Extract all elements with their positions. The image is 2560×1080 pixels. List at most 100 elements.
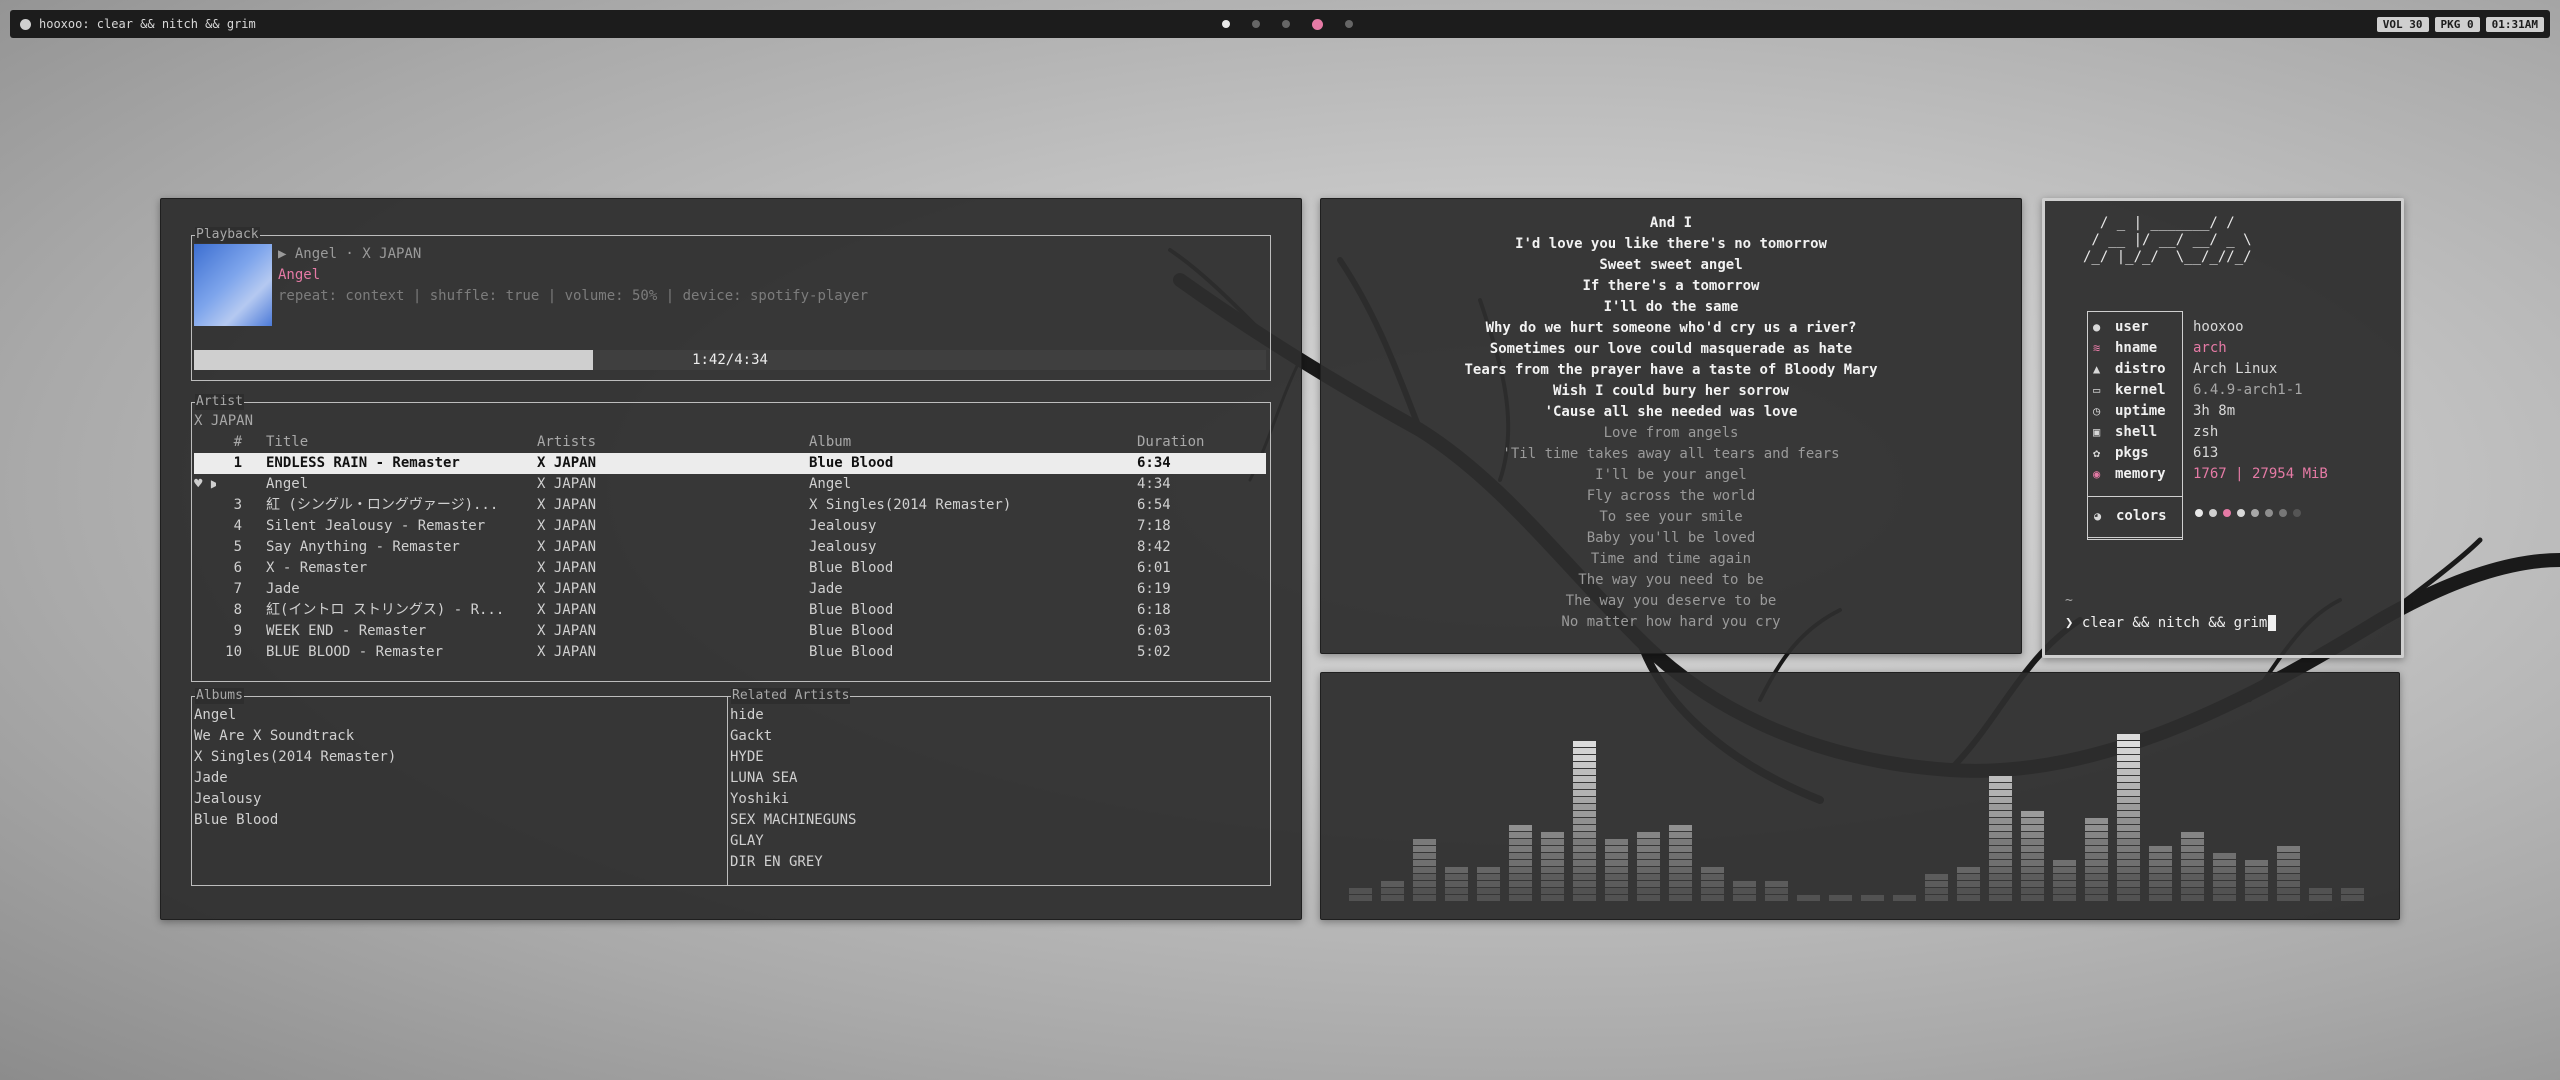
lyric-line: If there's a tomorrow [1582,278,1760,294]
album-item[interactable]: Angel [194,705,396,726]
track-duration: 6:19 [1137,581,1171,597]
track-album: Blue Blood [809,560,894,576]
track-title: X - Remaster [266,560,368,576]
terminal-fetch-window[interactable]: / _ | _______/ / / __ |/ __/ __/ _ \ /_/… [2042,198,2404,658]
spotify-player-window[interactable]: Playback ▶ Angel · X JAPAN Angel repeat:… [160,198,1302,920]
audio-visualizer-window[interactable] [1320,672,2400,920]
workspace-2-indicator[interactable] [1252,20,1260,28]
lyric-line: No matter how hard you cry [1561,614,1781,630]
lyrics-window[interactable]: And I I'd love you like there's no tomorr… [1320,198,2022,654]
prompt-command: ❯ clear && nitch && grim [2065,615,2268,631]
track-title: Angel [266,476,309,492]
track-album: X Singles(2014 Remaster) [809,497,1012,513]
info-row-hname: ≋ hname [2093,338,2157,359]
track-row[interactable]: 4 Silent Jealousy - Remaster X JAPAN Jealou… [194,516,1266,537]
track-row[interactable]: 5 Say Anything - Remaster X JAPAN Jealousy 8… [194,537,1266,558]
related-artist-item[interactable]: hide [730,705,856,726]
visualizer-bar [1957,867,1980,901]
shell-prompt[interactable]: ❯ clear && nitch && grim [2065,615,2277,631]
album-item[interactable]: X Singles(2014 Remaster) [194,747,396,768]
info-label: hname [2115,340,2158,356]
related-artist-item[interactable]: LUNA SEA [730,768,856,789]
info-value: hooxoo [2193,319,2244,335]
album-item[interactable]: Blue Blood [194,810,396,831]
workspace-1-indicator[interactable] [1222,20,1230,28]
track-row[interactable]: 3 紅 (シングル・ロングヴァージ)... X JAPAN X Singles(201… [194,495,1266,516]
colors-row: ◕ colors [2094,506,2167,527]
album-item[interactable]: Jealousy [194,789,396,810]
artist-name: X JAPAN [194,413,254,429]
track-row[interactable]: 10 BLUE BLOOD - Remaster X JAPAN Blue Blood… [194,642,1266,663]
album-item[interactable]: We Are X Soundtrack [194,726,396,747]
info-label: pkgs [2115,445,2149,461]
related-artist-item[interactable]: GLAY [730,831,856,852]
visualizer-bar [1637,832,1660,901]
visualizer-bar [1733,881,1756,901]
lyric-line: I'll be your angel [1595,467,1747,483]
lyric-line: Time and time again [1590,551,1752,567]
track-album: Jade [809,581,843,597]
workspace-5-indicator[interactable] [1345,20,1353,28]
memory-icon: ◉ [2093,467,2101,481]
track-row[interactable]: 6 X - Remaster X JAPAN Blue Blood 6:01 [194,558,1266,579]
track-table: # Title Artists Album Duration 1 ENDLESS … [194,432,1266,663]
visualizer-bar [2213,853,2236,901]
related-artists-panel: Related Artists hide Gackt HYDE LUNA SEA Yos… [727,688,1271,886]
track-number: 10 [225,644,242,660]
related-artist-item[interactable]: SEX MACHINEGUNS [730,810,856,831]
workspace-4-indicator[interactable] [1312,18,1323,30]
color-swatch [2293,509,2301,517]
now-playing-song: Angel [278,267,321,283]
track-artist: X JAPAN [537,644,597,660]
album-item[interactable]: Jade [194,768,396,789]
related-artist-item[interactable]: Yoshiki [730,789,856,810]
track-number: 7 [233,581,242,597]
info-value: 613 [2193,445,2219,461]
volume-module[interactable]: VOL 30 [2376,16,2429,32]
track-album: Blue Blood [809,602,894,618]
track-row[interactable]: 1 ENDLESS RAIN - Remaster X JAPAN Blue Bloo… [194,453,1266,474]
shell-icon: ▣ [2093,425,2101,439]
track-row[interactable]: 9 WEEK END - Remaster X JAPAN Blue Blood 6:0… [194,621,1266,642]
column-artists: Artists [537,434,597,450]
related-artist-item[interactable]: Gackt [730,726,856,747]
info-row-pkgs: ✿ pkgs [2093,443,2149,464]
track-duration: 4:34 [1137,476,1171,492]
track-duration: 6:01 [1137,560,1171,576]
track-artist: X JAPAN [537,455,597,471]
lyric-line: Wish I could bury her sorrow [1552,383,1789,399]
visualizer-bar [1413,839,1436,901]
track-row[interactable]: 7 Jade X JAPAN Jade 6:19 [194,579,1266,600]
lyric-line: And I [1649,215,1693,231]
visualizer-bar [2245,860,2268,901]
text-cursor [2268,615,2277,631]
track-title: Silent Jealousy - Remaster [266,518,486,534]
column-title: Title [266,434,309,450]
visualizer-bar [1989,776,2012,901]
info-value: 1767 | 27954 MiB [2193,466,2328,482]
window-indicator-icon [20,18,31,30]
visualizer-bar [1605,839,1628,901]
lyric-line: I'll do the same [1603,299,1739,315]
clock-module[interactable]: 01:31AM [2485,16,2544,32]
track-row[interactable]: 8 紅(イントロ ストリングス) - R... X JAPAN Blue Blood 6… [194,600,1266,621]
user-icon: ● [2093,320,2101,334]
track-row[interactable]: ♥ ▶ Angel X JAPAN Angel 4:34 [194,474,1266,495]
active-window-title: hooxoo: clear && nitch && grim [39,17,256,31]
related-artist-item[interactable]: HYDE [730,747,856,768]
lyric-line: Love from angels [1603,425,1739,441]
related-artists-panel-title: Related Artists [731,688,851,704]
related-artist-item[interactable]: DIR EN GREY [730,852,856,873]
visualizer-bar [2277,846,2300,901]
track-duration: 6:03 [1137,623,1171,639]
info-row-kernel: ▭ kernel [2093,380,2166,401]
progress-bar[interactable]: 1:42/4:34 [194,350,1266,370]
visualizer-bar [2309,888,2332,901]
info-label: user [2115,319,2149,335]
hostname-icon: ≋ [2093,341,2101,355]
track-artist: X JAPAN [537,476,597,492]
info-value: Arch Linux [2193,361,2278,377]
visualizer-bar [1349,888,1372,901]
packages-module[interactable]: PKG 0 [2434,16,2480,32]
workspace-3-indicator[interactable] [1282,20,1290,28]
